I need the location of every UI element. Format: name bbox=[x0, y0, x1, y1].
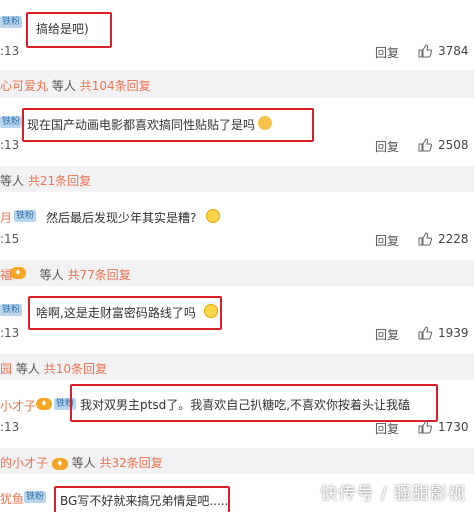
like-count: 3784 bbox=[438, 44, 469, 58]
smile-emoji-icon bbox=[206, 209, 220, 223]
comment-time: :13 bbox=[0, 44, 20, 58]
comment-5: 小才子 ♦ 铁粉 我对双男主ptsd了。我喜欢自己扒糖吃,不喜欢你按着头让我磕 … bbox=[0, 380, 474, 446]
summary-name: 心可爱丸 bbox=[0, 79, 49, 93]
commenter-name[interactable]: 犹鱼 bbox=[0, 490, 24, 507]
comment-time: :15 bbox=[0, 232, 20, 246]
watermark: 快传号 / 骚甜影视 bbox=[320, 484, 466, 504]
comment-time: :13 bbox=[0, 138, 20, 152]
comment-1: 铁粉 搞给是吧) :13 回复 3784 bbox=[0, 0, 474, 68]
fan-badge: 铁粉 bbox=[0, 304, 23, 316]
smile-emoji-icon bbox=[204, 304, 218, 318]
reply-summary-5[interactable]: 的小才子 ♦ 等人 共32条回复 bbox=[0, 448, 474, 474]
reply-button[interactable]: 回复 bbox=[375, 420, 399, 437]
commenter-name[interactable]: 月 bbox=[0, 209, 12, 226]
fan-badge: 铁粉 bbox=[0, 116, 23, 128]
summary-name: 园 bbox=[0, 362, 13, 376]
thumbs-up-icon[interactable] bbox=[418, 232, 432, 246]
thumbs-up-icon[interactable] bbox=[418, 326, 432, 340]
comment-3: 月 铁粉 然后最后发现少年其实是糟? :15 回复 2228 bbox=[0, 196, 474, 256]
summary-mid: 等人 bbox=[71, 456, 96, 470]
fan-badge: 铁粉 bbox=[14, 210, 37, 222]
summary-count[interactable]: 共10条回复 bbox=[44, 362, 107, 376]
reply-button[interactable]: 回复 bbox=[375, 44, 399, 61]
comment-text: 搞给是吧) bbox=[36, 22, 89, 36]
summary-count[interactable]: 共77条回复 bbox=[68, 268, 131, 282]
comment-text: 我对双男主ptsd了。我喜欢自己扒糖吃,不喜欢你按着头让我磕 bbox=[80, 398, 411, 412]
reply-button[interactable]: 回复 bbox=[375, 326, 399, 343]
reply-summary-4[interactable]: 园 等人 共10条回复 bbox=[0, 354, 474, 380]
doge-emoji-icon bbox=[258, 116, 272, 130]
summary-count[interactable]: 共32条回复 bbox=[100, 456, 163, 470]
commenter-name[interactable]: 小才子 bbox=[0, 397, 36, 414]
thumbs-up-icon[interactable] bbox=[418, 138, 432, 152]
comment-time: :13 bbox=[0, 420, 20, 434]
summary-count[interactable]: 共104条回复 bbox=[80, 79, 151, 93]
like-count: 2508 bbox=[438, 138, 469, 152]
reply-summary-3[interactable]: ♦ 福 等人 共77条回复 bbox=[0, 260, 474, 286]
comment-2: 铁粉 现在国产动画电影都喜欢搞同性贴贴了是吗 :13 回复 2508 bbox=[0, 100, 474, 168]
reply-summary-2[interactable]: 等人 共21条回复 bbox=[0, 166, 474, 192]
reply-button[interactable]: 回复 bbox=[375, 138, 399, 155]
like-count: 1939 bbox=[438, 326, 469, 340]
summary-count[interactable]: 共21条回复 bbox=[28, 174, 91, 188]
medal-icon: ♦ bbox=[36, 398, 52, 410]
comment-text: BG写不好就来搞兄弟情是吧..... bbox=[60, 494, 229, 508]
like-count: 2228 bbox=[438, 232, 469, 246]
summary-name: 福 bbox=[0, 268, 13, 282]
summary-mid: 等人 bbox=[0, 174, 25, 188]
summary-name: 的小才子 bbox=[0, 456, 49, 470]
reply-button[interactable]: 回复 bbox=[375, 232, 399, 249]
medal-icon: ♦ bbox=[51, 457, 68, 470]
comment-time: :13 bbox=[0, 326, 20, 340]
comment-text: 啥啊,这是走财富密码路线了吗 bbox=[36, 306, 196, 320]
fan-badge: 铁粉 bbox=[0, 16, 23, 28]
comment-text: 现在国产动画电影都喜欢搞同性贴贴了是吗 bbox=[27, 118, 256, 132]
like-count: 1730 bbox=[438, 420, 469, 434]
comment-4: 铁粉 啥啊,这是走财富密码路线了吗 :13 回复 1939 bbox=[0, 288, 474, 352]
thumbs-up-icon[interactable] bbox=[418, 420, 432, 434]
summary-mid: 等人 bbox=[39, 268, 64, 282]
summary-mid: 等人 bbox=[51, 79, 76, 93]
comment-text: 然后最后发现少年其实是糟? bbox=[46, 211, 197, 225]
fan-badge: 铁粉 bbox=[24, 491, 47, 503]
thumbs-up-icon[interactable] bbox=[418, 44, 432, 58]
summary-mid: 等人 bbox=[15, 362, 40, 376]
reply-summary-1[interactable]: 心可爱丸 等人 共104条回复 bbox=[0, 70, 474, 98]
